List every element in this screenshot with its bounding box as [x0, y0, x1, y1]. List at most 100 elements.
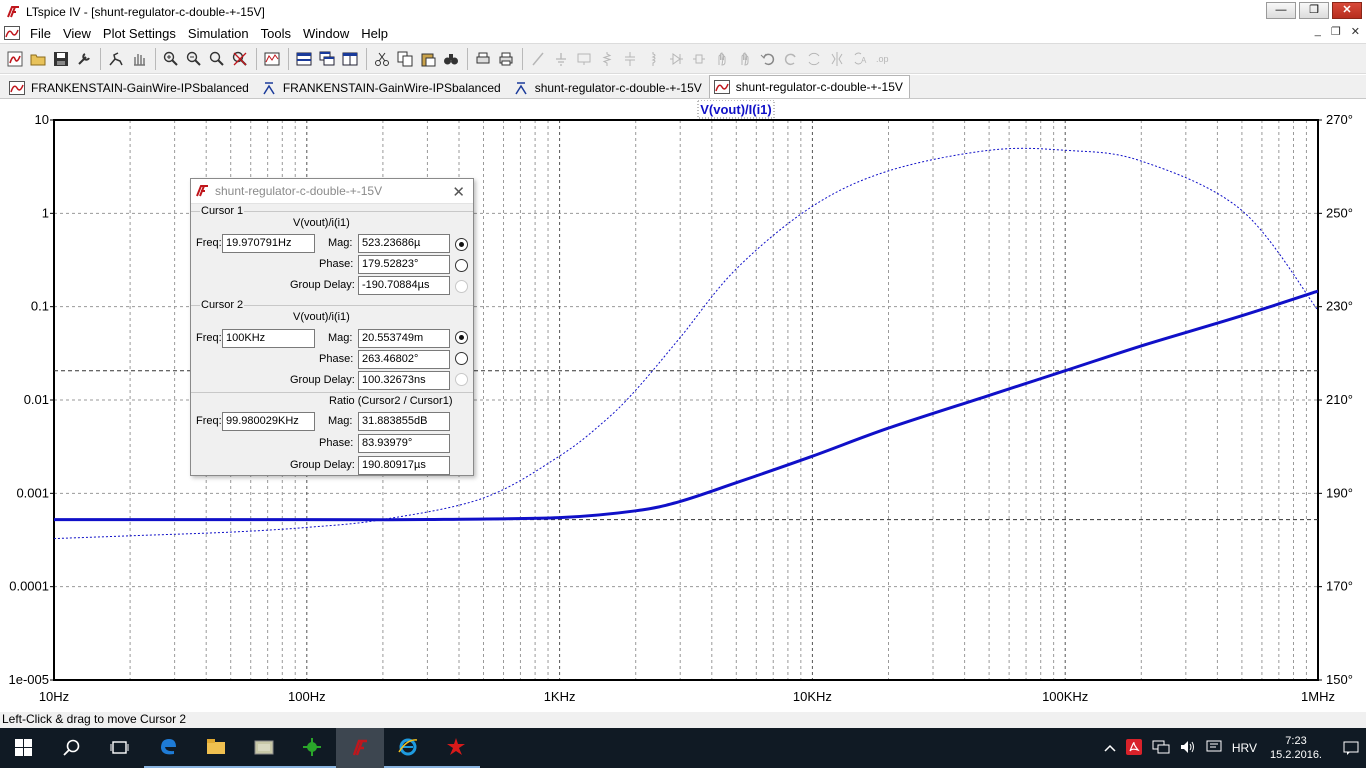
- cascade-button[interactable]: [316, 48, 338, 70]
- cursor1-expression: V(vout)/i(i1): [293, 217, 350, 229]
- clock[interactable]: 7:23 15.2.2016.: [1270, 734, 1322, 762]
- ground-button[interactable]: [550, 48, 572, 70]
- x-tick-label: 100Hz: [288, 689, 326, 704]
- print-preview-button[interactable]: [472, 48, 494, 70]
- taskbar-edge-button[interactable]: [144, 728, 192, 768]
- cursor1-phase-radio[interactable]: [455, 259, 468, 272]
- menu-bar: File View Plot Settings Simulation Tools…: [0, 23, 1366, 43]
- menu-simulation[interactable]: Simulation: [182, 26, 255, 41]
- run-button[interactable]: [105, 48, 127, 70]
- menu-plot-settings[interactable]: Plot Settings: [97, 26, 182, 41]
- undo-button[interactable]: [757, 48, 779, 70]
- mdi-minimize-button[interactable]: _: [1315, 25, 1321, 38]
- zoom-out-button[interactable]: [183, 48, 205, 70]
- tab-label: shunt-regulator-c-double-+-15V: [735, 80, 903, 94]
- acrobat-tray-icon[interactable]: [1125, 738, 1142, 758]
- taskbar-app-button[interactable]: [432, 728, 480, 768]
- tile-horizontal-button[interactable]: [339, 48, 361, 70]
- tile-horizontal-icon: [342, 52, 358, 65]
- schematic-icon: [515, 81, 527, 94]
- cursor2-expression: V(vout)/i(i1): [293, 311, 350, 323]
- taskbar-network-app-button[interactable]: [288, 728, 336, 768]
- y-tick-label: 1e-005: [9, 672, 49, 687]
- taskbar-folder-button[interactable]: [240, 728, 288, 768]
- taskbar-task-view-button[interactable]: [96, 728, 144, 768]
- diode-button[interactable]: [665, 48, 687, 70]
- chevron-up-icon[interactable]: [1104, 741, 1116, 755]
- cursor1-freq-field[interactable]: 19.970791Hz: [222, 234, 315, 253]
- clock-date: 15.2.2016.: [1270, 749, 1322, 761]
- open-button[interactable]: [27, 48, 49, 70]
- tab-4[interactable]: shunt-regulator-c-double-+-15V: [708, 75, 910, 98]
- language-indicator[interactable]: HRV: [1232, 741, 1257, 755]
- control-panel-button[interactable]: [73, 48, 95, 70]
- network-icon[interactable]: [1152, 740, 1170, 757]
- close-button[interactable]: ✕: [1332, 2, 1362, 19]
- taskbar-search-button[interactable]: [48, 728, 96, 768]
- mdi-restore-button[interactable]: ❐: [1331, 25, 1341, 38]
- redo-button[interactable]: [780, 48, 802, 70]
- print-button[interactable]: [495, 48, 517, 70]
- drag-button[interactable]: [734, 48, 756, 70]
- waveform-viewer[interactable]: 10 1 0.1 0.01 0.001 0.0001 1e-005 270° 250° 230° 2…: [0, 100, 1366, 712]
- rotate-button[interactable]: [803, 48, 825, 70]
- message-icon[interactable]: [1206, 740, 1222, 757]
- move-button[interactable]: [711, 48, 733, 70]
- taskbar-ie-button[interactable]: [384, 728, 432, 768]
- notifications-icon[interactable]: [1336, 728, 1366, 768]
- halt-button[interactable]: [128, 48, 150, 70]
- menu-file[interactable]: File: [24, 26, 57, 41]
- cut-button[interactable]: [371, 48, 393, 70]
- cursor2-phase-radio[interactable]: [455, 352, 468, 365]
- paste-button[interactable]: [417, 48, 439, 70]
- find-button[interactable]: [440, 48, 462, 70]
- resistor-button[interactable]: [596, 48, 618, 70]
- waveform-icon: [9, 80, 25, 95]
- cursor-dialog-titlebar[interactable]: shunt-regulator-c-double-+-15V: [191, 179, 473, 204]
- cursor-dialog[interactable]: shunt-regulator-c-double-+-15V ✕ Cursor …: [190, 178, 474, 476]
- taskbar-ltspice-button[interactable]: [336, 728, 384, 768]
- save-button[interactable]: [50, 48, 72, 70]
- spice-directive-button[interactable]: .op: [872, 48, 894, 70]
- draw-wire-icon: [532, 52, 544, 65]
- taskbar-start-button[interactable]: [0, 728, 48, 768]
- zoom-in-button[interactable]: [160, 48, 182, 70]
- cursor2-freq-field[interactable]: 100KHz: [222, 329, 315, 348]
- new-schematic-button[interactable]: [4, 48, 26, 70]
- menu-help[interactable]: Help: [355, 26, 394, 41]
- cursor2-freq-label: Freq:: [196, 332, 222, 344]
- close-icon[interactable]: ✕: [452, 183, 465, 201]
- toolbar: A .op: [0, 43, 1366, 74]
- network-app-icon: [303, 738, 321, 756]
- tile-vertical-button[interactable]: [293, 48, 315, 70]
- document-icon[interactable]: [4, 26, 20, 40]
- y2-tick-label: 210°: [1326, 392, 1353, 407]
- capacitor-button[interactable]: [619, 48, 641, 70]
- inductor-button[interactable]: [642, 48, 664, 70]
- tab-2[interactable]: FRANKENSTAIN-GainWire-IPSbalanced: [256, 76, 508, 98]
- cursor2-mag-radio[interactable]: [455, 331, 468, 344]
- menu-tools[interactable]: Tools: [255, 26, 297, 41]
- text-button[interactable]: A: [849, 48, 871, 70]
- menu-window[interactable]: Window: [297, 26, 355, 41]
- tab-3[interactable]: shunt-regulator-c-double-+-15V: [508, 76, 709, 98]
- label-net-button[interactable]: [573, 48, 595, 70]
- maximize-button[interactable]: ❐: [1299, 2, 1329, 19]
- mdi-close-button[interactable]: ✕: [1351, 25, 1360, 38]
- menu-view[interactable]: View: [57, 26, 97, 41]
- draw-wire-button[interactable]: [527, 48, 549, 70]
- tab-1[interactable]: FRANKENSTAIN-GainWire-IPSbalanced: [4, 76, 256, 98]
- copy-button[interactable]: [394, 48, 416, 70]
- component-button[interactable]: [688, 48, 710, 70]
- volume-icon[interactable]: [1180, 740, 1196, 757]
- status-bar: Left-Click & drag to move Cursor 2: [0, 712, 1366, 728]
- cursor1-mag-radio[interactable]: [455, 238, 468, 251]
- minimize-button[interactable]: —: [1266, 2, 1296, 19]
- autorange-button[interactable]: [261, 48, 283, 70]
- taskbar-file-explorer-button[interactable]: [192, 728, 240, 768]
- y2-tick-label: 250°: [1326, 205, 1353, 220]
- zoom-fit-button[interactable]: [206, 48, 228, 70]
- label-net-icon: [577, 53, 591, 65]
- zoom-cancel-button[interactable]: [229, 48, 251, 70]
- mirror-button[interactable]: [826, 48, 848, 70]
